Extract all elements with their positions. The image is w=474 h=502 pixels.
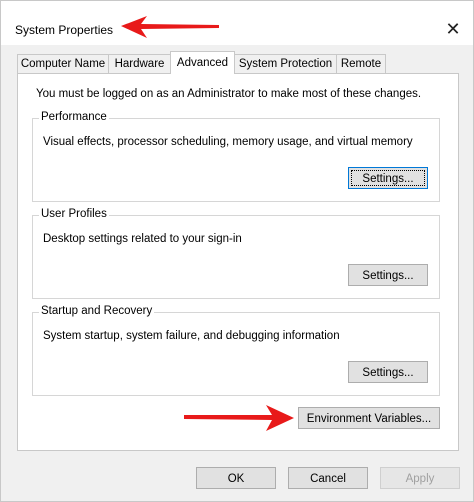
user-profiles-settings-button[interactable]: Settings... (348, 264, 428, 286)
title-arrow-shape (121, 16, 219, 38)
env-annotation-arrow (184, 405, 294, 431)
tab-hardware[interactable]: Hardware (108, 54, 171, 73)
environment-variables-button[interactable]: Environment Variables... (298, 407, 440, 429)
apply-button[interactable]: Apply (380, 467, 460, 489)
tab-advanced[interactable]: Advanced (170, 51, 235, 74)
env-arrow-shape (184, 405, 294, 431)
startup-recovery-settings-button[interactable]: Settings... (348, 361, 428, 383)
performance-description: Visual effects, processor scheduling, me… (43, 136, 413, 148)
cancel-button[interactable]: Cancel (288, 467, 368, 489)
performance-label: Performance (39, 111, 109, 123)
user-profiles-label: User Profiles (39, 208, 109, 220)
startup-recovery-description: System startup, system failure, and debu… (43, 330, 340, 342)
performance-group: Performance Visual effects, processor sc… (32, 111, 440, 202)
startup-recovery-label: Startup and Recovery (39, 305, 155, 317)
user-profiles-group: User Profiles Desktop settings related t… (32, 208, 440, 299)
user-profiles-description: Desktop settings related to your sign-in (43, 233, 242, 245)
ok-button[interactable]: OK (196, 467, 276, 489)
tab-system-protection[interactable]: System Protection (234, 54, 337, 73)
tab-computer-name[interactable]: Computer Name (17, 54, 109, 73)
tab-remote[interactable]: Remote (336, 54, 386, 73)
performance-settings-button[interactable]: Settings... (348, 167, 428, 189)
title-bar[interactable]: System Properties ✕ (1, 1, 473, 45)
title-annotation-arrow (121, 16, 219, 38)
advanced-tab-panel: You must be logged on as an Administrato… (17, 73, 459, 451)
startup-recovery-group: Startup and Recovery System startup, sys… (32, 305, 440, 396)
admin-note: You must be logged on as an Administrato… (36, 88, 422, 100)
window-title: System Properties (15, 23, 114, 37)
system-properties-dialog: System Properties ✕ Computer Name Hardwa… (0, 0, 474, 502)
close-icon[interactable]: ✕ (439, 15, 467, 43)
